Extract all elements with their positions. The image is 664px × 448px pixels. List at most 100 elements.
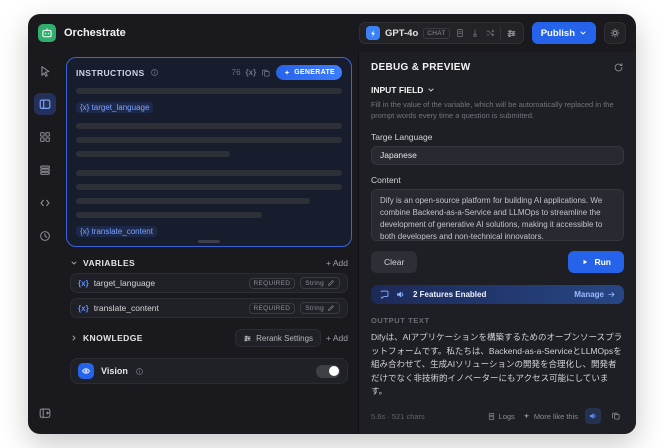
chevron-right-icon bbox=[70, 334, 78, 342]
required-badge: REQUIRED bbox=[248, 302, 296, 314]
model-params-icon[interactable] bbox=[506, 28, 517, 39]
settings-button[interactable] bbox=[604, 22, 626, 44]
more-like-this-button[interactable]: More like this bbox=[522, 412, 578, 421]
rail-logs-history-icon[interactable] bbox=[34, 225, 56, 247]
insert-variable-icon[interactable]: {x} bbox=[246, 68, 257, 77]
top-header: Orchestrate GPT-4o CHAT Publish bbox=[28, 14, 636, 52]
required-badge: REQUIRED bbox=[248, 277, 296, 289]
debug-panel: DEBUG & PREVIEW INPUT FIELD Fill in the … bbox=[358, 52, 636, 434]
target-language-label: Targe Language bbox=[371, 131, 433, 142]
shuffle-mini-icon[interactable] bbox=[485, 28, 495, 38]
rail-orchestrate-icon[interactable] bbox=[34, 93, 56, 115]
model-mode-badge: CHAT bbox=[423, 27, 450, 39]
logs-button[interactable]: Logs bbox=[487, 412, 515, 421]
temperature-mini-icon[interactable] bbox=[470, 28, 480, 38]
rail-pointer-icon[interactable] bbox=[34, 60, 56, 82]
variables-header[interactable]: VARIABLES + Add bbox=[70, 258, 348, 268]
prompt-token-target-language[interactable]: {x} target_language bbox=[76, 102, 154, 113]
skeleton-line bbox=[76, 184, 342, 190]
copy-icon[interactable] bbox=[261, 68, 271, 78]
variable-name: target_language bbox=[93, 278, 156, 288]
variable-name: translate_content bbox=[93, 303, 159, 313]
output-section: OUTPUT TEXT Difyは、AIアプリケーションを構築するためのオープン… bbox=[371, 316, 624, 424]
skeleton-line bbox=[76, 137, 342, 143]
vision-eye-icon bbox=[78, 363, 94, 379]
model-selector[interactable]: GPT-4o CHAT bbox=[359, 22, 524, 44]
play-icon bbox=[583, 259, 588, 265]
output-footer: 5.6s · 521 chars Logs More like this bbox=[371, 408, 624, 424]
content-label: Content bbox=[371, 175, 401, 186]
type-badge[interactable]: String bbox=[300, 302, 340, 314]
app-window: Orchestrate GPT-4o CHAT Publish INSTRUCT… bbox=[28, 14, 636, 434]
prompt-column: INSTRUCTIONS 76 {x} GENERATE {x} target_… bbox=[62, 52, 358, 434]
chevron-down-icon bbox=[427, 86, 435, 94]
type-badge[interactable]: String bbox=[300, 277, 340, 289]
feature-speaker-icon bbox=[395, 289, 406, 300]
run-button-row: Clear Run bbox=[371, 250, 624, 273]
page-title: Orchestrate bbox=[64, 27, 126, 39]
knowledge-header[interactable]: KNOWLEDGE Rerank Settings + Add bbox=[70, 329, 348, 347]
gear-icon bbox=[609, 27, 621, 39]
target-language-input[interactable] bbox=[371, 145, 624, 166]
vision-row: Vision bbox=[70, 358, 348, 384]
content-textarea[interactable]: Dify is an open-source platform for buil… bbox=[371, 189, 624, 241]
publish-button[interactable]: Publish bbox=[531, 22, 596, 44]
rail-api-icon[interactable] bbox=[34, 192, 56, 214]
sparkle-icon bbox=[523, 412, 530, 418]
doc-mini-icon[interactable] bbox=[455, 28, 465, 38]
variable-row[interactable]: {x} target_language REQUIRED String bbox=[70, 273, 348, 293]
output-text: Difyは、AIアプリケーションを構築するためのオープンソースプラットフォームで… bbox=[371, 332, 623, 397]
rail-apps-grid-icon[interactable] bbox=[34, 126, 56, 148]
skeleton-line bbox=[76, 170, 342, 176]
generate-button[interactable]: GENERATE bbox=[276, 65, 342, 80]
model-name: GPT-4o bbox=[385, 27, 419, 39]
prompt-token-translate-content[interactable]: {x} translate_content bbox=[76, 226, 157, 237]
knowledge-title: KNOWLEDGE bbox=[83, 333, 143, 343]
variable-type-icon: {x} bbox=[78, 278, 89, 288]
generate-label: GENERATE bbox=[294, 69, 335, 76]
instructions-title: INSTRUCTIONS bbox=[76, 67, 145, 78]
instructions-card[interactable]: INSTRUCTIONS 76 {x} GENERATE {x} target_… bbox=[66, 57, 352, 247]
features-bar: 2 Features Enabled Manage bbox=[371, 284, 624, 305]
document-icon bbox=[488, 412, 494, 420]
edit-pencil-icon bbox=[328, 280, 334, 286]
skeleton-line bbox=[76, 198, 311, 204]
info-icon bbox=[150, 68, 159, 77]
input-field-description: Fill in the value of the variable, which… bbox=[371, 100, 614, 120]
rerank-settings-button[interactable]: Rerank Settings bbox=[235, 329, 322, 347]
chevron-down-icon bbox=[579, 29, 587, 37]
pill-divider bbox=[499, 27, 501, 39]
resize-handle[interactable] bbox=[198, 240, 220, 243]
edit-pencil-icon bbox=[328, 305, 334, 311]
variable-row[interactable]: {x} translate_content REQUIRED String bbox=[70, 298, 348, 318]
skeleton-line bbox=[76, 151, 231, 157]
clear-button[interactable]: Clear bbox=[371, 250, 418, 273]
input-field-toggle[interactable]: INPUT FIELD bbox=[371, 85, 624, 95]
char-count: 76 bbox=[231, 68, 241, 77]
refresh-icon[interactable] bbox=[613, 62, 624, 73]
add-variable-button[interactable]: + Add bbox=[326, 258, 348, 268]
rail-collapse-panel-icon[interactable] bbox=[34, 402, 56, 424]
skeleton-line bbox=[76, 123, 342, 129]
output-title: OUTPUT TEXT bbox=[371, 316, 430, 326]
manage-features-button[interactable]: Manage bbox=[574, 290, 616, 299]
feature-chat-icon bbox=[379, 289, 390, 300]
body-row: INSTRUCTIONS 76 {x} GENERATE {x} target_… bbox=[28, 52, 636, 434]
rail-dataset-icon[interactable] bbox=[34, 159, 56, 181]
left-rail bbox=[28, 52, 62, 434]
variables-title: VARIABLES bbox=[83, 258, 136, 268]
debug-title: DEBUG & PREVIEW bbox=[371, 62, 471, 73]
model-provider-icon bbox=[366, 26, 380, 40]
run-button[interactable]: Run bbox=[568, 250, 624, 273]
add-knowledge-button[interactable]: + Add bbox=[326, 333, 348, 343]
vision-label: Vision bbox=[101, 366, 128, 376]
chevron-down-icon bbox=[70, 259, 78, 267]
publish-label: Publish bbox=[540, 27, 575, 39]
speaker-button[interactable] bbox=[585, 408, 601, 424]
vision-toggle[interactable] bbox=[316, 364, 340, 378]
app-logo-icon[interactable] bbox=[38, 24, 56, 42]
features-enabled-text: 2 Features Enabled bbox=[413, 290, 487, 299]
copy-output-button[interactable] bbox=[608, 408, 624, 424]
copy-icon bbox=[612, 412, 620, 420]
sliders-icon bbox=[244, 335, 251, 341]
